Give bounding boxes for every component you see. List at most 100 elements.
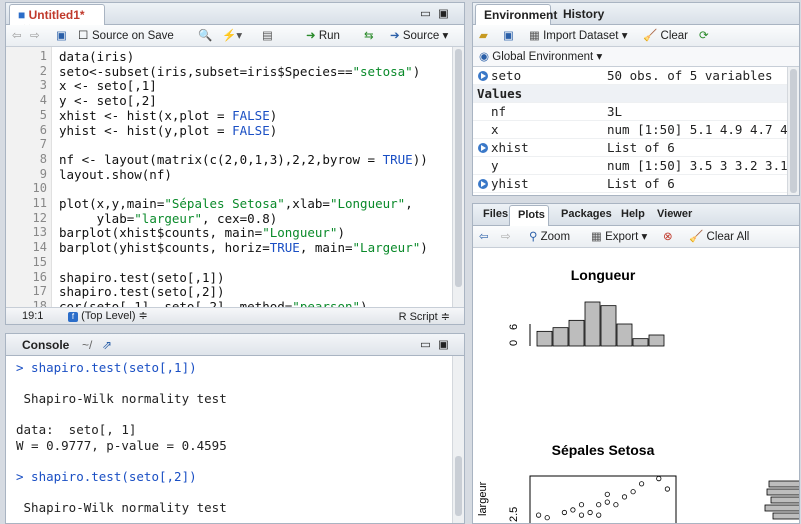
- expand-arrow-icon[interactable]: [478, 179, 488, 189]
- line-number: 17: [32, 284, 47, 299]
- scatter-point: [544, 515, 550, 521]
- maximize-console-icon[interactable]: ▣: [438, 337, 449, 353]
- hist-bar: [584, 301, 601, 347]
- env-row-x[interactable]: x num [1:50] 5.1 4.9 4.7 4.6: [473, 121, 799, 139]
- hist-bar: [552, 327, 569, 347]
- console-scrollbar[interactable]: [452, 356, 464, 523]
- code-line[interactable]: ylab="largeur", cex=0.8): [59, 211, 278, 226]
- env-value: num [1:50] 3.5 3 3.2 3.1 3: [607, 158, 800, 173]
- code-line[interactable]: yhist <- hist(y,plot = FALSE): [59, 123, 277, 138]
- tab-viewer[interactable]: Viewer: [649, 205, 700, 226]
- global-environment-selector[interactable]: ◉ Global Environment ▾: [479, 49, 602, 65]
- open-folder-icon[interactable]: ▰: [479, 28, 488, 44]
- env-row-nf[interactable]: nf 3L: [473, 103, 799, 121]
- env-row-yhist[interactable]: yhist List of 6: [473, 175, 799, 193]
- next-plot-icon[interactable]: ⇨: [501, 229, 511, 245]
- zoom-button[interactable]: ⚲ Zoom: [529, 229, 570, 245]
- scatter-point: [604, 491, 610, 497]
- line-number: 9: [39, 166, 47, 181]
- source-button[interactable]: ➔ Source ▾: [390, 28, 448, 44]
- hist-title: Longueur: [571, 267, 636, 283]
- tab-history[interactable]: History: [555, 4, 612, 25]
- env-row-seto[interactable]: seto 50 obs. of 5 variables: [473, 67, 799, 85]
- plots-toolbar: ⇦ ⇨ ⚲ Zoom ▦ Export ▾ ⊗ 🧹 Clear All: [473, 226, 799, 248]
- compile-report-icon[interactable]: ▤: [262, 28, 273, 44]
- line-number: 6: [39, 122, 47, 137]
- console-scroll-thumb[interactable]: [455, 456, 462, 516]
- tab-help[interactable]: Help: [613, 205, 653, 226]
- env-value: num [1:50] 5.1 4.9 4.7 4.6: [607, 122, 800, 137]
- minimize-pane-icon[interactable]: ▭: [420, 6, 431, 22]
- r-logo-icon: ◉: [479, 51, 490, 63]
- env-row-xhist[interactable]: xhist List of 6: [473, 139, 799, 157]
- console-line: data: seto[, 1]: [16, 422, 137, 438]
- code-line[interactable]: barplot(yhist$counts, horiz=TRUE, main="…: [59, 240, 428, 255]
- console-line: Shapiro-Wilk normality test: [16, 391, 227, 407]
- scatter-point: [613, 502, 619, 508]
- clear-env-button[interactable]: 🧹 Clear: [643, 28, 688, 44]
- file-type-selector[interactable]: R Script ≑: [399, 310, 450, 323]
- code-line[interactable]: y <- seto[,2]: [59, 93, 157, 108]
- code-line[interactable]: shapiro.test(seto[,1]): [59, 270, 225, 285]
- minimize-console-icon[interactable]: ▭: [420, 337, 431, 353]
- editor-scrollbar[interactable]: [452, 47, 464, 309]
- import-dataset-label: Import Dataset: [543, 30, 619, 42]
- source-on-save-checkbox[interactable]: ☐: [78, 28, 88, 44]
- console-title: Console: [22, 338, 70, 352]
- source-arrow-icon: ➔: [390, 30, 400, 42]
- tab-environment[interactable]: Environment: [475, 4, 557, 25]
- code-line[interactable]: xhist <- hist(x,plot = FALSE): [59, 108, 277, 123]
- code-line[interactable]: x <- seto[,1]: [59, 78, 157, 93]
- hist-bar: [616, 323, 633, 347]
- line-number: 16: [32, 269, 47, 284]
- search-icon[interactable]: 🔍: [198, 28, 212, 44]
- run-button[interactable]: ➜ Run: [306, 28, 340, 44]
- magic-wand-icon[interactable]: ⚡▾: [222, 28, 242, 44]
- env-name: nf: [491, 104, 507, 119]
- code-line[interactable]: nf <- layout(matrix(c(2,0,1,3),2,2,byrow…: [59, 152, 428, 167]
- env-row-y[interactable]: y num [1:50] 3.5 3 3.2 3.1 3: [473, 157, 799, 175]
- hist-tick-0: 0: [508, 340, 520, 346]
- source-label: Source: [402, 30, 440, 42]
- tab-plots[interactable]: Plots: [509, 205, 549, 226]
- scope-selector[interactable]: f (Top Level) ≑: [68, 309, 148, 322]
- line-number: 11: [32, 196, 47, 210]
- export-button[interactable]: ▦ Export ▾: [591, 229, 647, 245]
- scatter-point: [570, 507, 576, 513]
- tab-untitled1[interactable]: ■ Untitled1* ✕: [9, 4, 105, 36]
- code-line[interactable]: barplot(xhist$counts, main="Longueur"): [59, 225, 345, 240]
- go-to-directory-icon[interactable]: ⇗: [94, 335, 120, 356]
- tab-packages[interactable]: Packages: [553, 205, 620, 226]
- back-arrow-icon[interactable]: ⇦: [12, 28, 22, 44]
- save-icon[interactable]: ▣: [56, 28, 67, 44]
- code-line[interactable]: data(iris): [59, 49, 134, 64]
- scatter-point: [578, 502, 585, 508]
- chevron-down-icon: ▾: [442, 30, 449, 42]
- environment-scope-bar: ◉ Global Environment ▾: [473, 47, 799, 67]
- maximize-pane-icon[interactable]: ▣: [438, 6, 449, 22]
- rerun-icon[interactable]: ⇆: [364, 28, 374, 44]
- console-pane: Console ~/ ⇗ ▭ ▣ > shapiro.test(seto[,1]…: [5, 333, 465, 524]
- code-line[interactable]: seto<-subset(iris,subset=iris$Species=="…: [59, 64, 420, 79]
- environment-scrollbar[interactable]: [787, 67, 799, 195]
- scatter-point: [639, 481, 645, 487]
- save-workspace-icon[interactable]: ▣: [503, 28, 514, 44]
- values-header: Values: [473, 85, 799, 103]
- clear-all-button[interactable]: 🧹 Clear All: [689, 229, 749, 245]
- import-dataset-button[interactable]: ▦ Import Dataset ▾: [529, 28, 627, 44]
- previous-plot-icon[interactable]: ⇦: [479, 229, 489, 245]
- remove-plot-icon[interactable]: ⊗: [663, 229, 673, 245]
- environment-scroll-thumb[interactable]: [790, 69, 797, 193]
- export-label: Export: [605, 231, 639, 243]
- code-line[interactable]: plot(x,y,main="Sépales Setosa",xlab="Lon…: [59, 196, 413, 211]
- expand-arrow-icon[interactable]: [478, 143, 488, 153]
- expand-arrow-icon[interactable]: [478, 71, 488, 81]
- line-number: 1: [39, 49, 47, 63]
- refresh-icon[interactable]: ⟳: [699, 28, 709, 44]
- forward-arrow-icon[interactable]: ⇨: [30, 28, 40, 44]
- code-line[interactable]: layout.show(nf): [59, 167, 172, 182]
- editor-scroll-thumb[interactable]: [455, 49, 462, 287]
- hist-bar: [600, 305, 617, 347]
- scatter-title: Sépales Setosa: [552, 442, 655, 458]
- code-line[interactable]: shapiro.test(seto[,2]): [59, 284, 225, 299]
